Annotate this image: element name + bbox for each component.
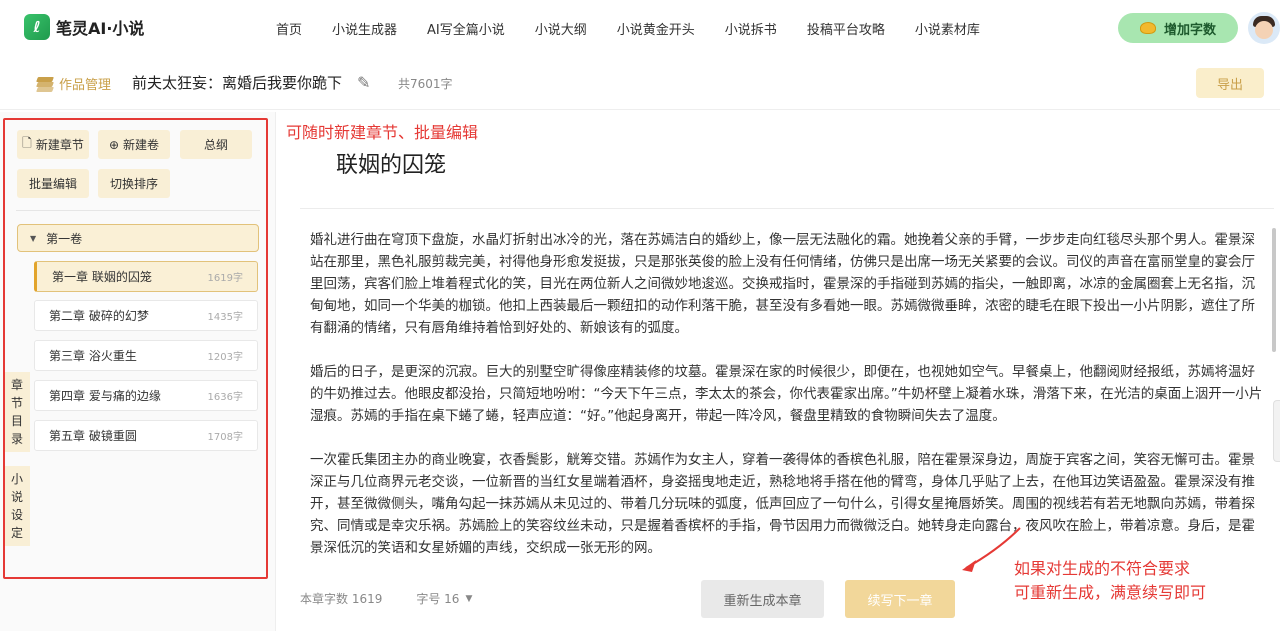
logo-leaf-icon: ℓ <box>24 14 50 40</box>
annotation-top: 可随时新建章节、批量编辑 <box>286 123 479 142</box>
top-navigation-bar: ℓ 笔灵AI·小说 首页 小说生成器 AI写全篇小说 小说大纲 小说黄金开头 小… <box>0 0 1280 56</box>
paragraph: 婚礼进行曲在穹顶下盘旋，水晶灯折射出冰冷的光，落在苏嫣洁白的婚纱上，像一层无法融… <box>310 232 1255 336</box>
nav-item-golden-opening[interactable]: 小说黄金开头 <box>617 19 695 38</box>
annotation-bottom-line2: 可重新生成，满意续写即可 <box>1014 583 1207 602</box>
annotation-bottom-line1: 如果对生成的不符合要求 <box>1014 559 1191 578</box>
nav-item-outline[interactable]: 小说大纲 <box>535 19 587 38</box>
chapter-title: 联姻的囚笼 <box>336 153 447 178</box>
logo-text: 笔灵AI·小说 <box>56 19 145 38</box>
nav-item-submission-guide[interactable]: 投稿平台攻略 <box>807 19 885 38</box>
add-words-button[interactable]: 增加字数 <box>1118 13 1238 43</box>
annotation-box <box>3 118 268 579</box>
gold-coin-icon <box>1139 22 1156 34</box>
paragraph: 一次霍氏集团主办的商业晚宴，衣香鬓影，觥筹交错。苏嫣作为女主人，穿着一袭得体的香… <box>310 452 1255 556</box>
nav-item-material-library[interactable]: 小说素材库 <box>915 19 980 38</box>
logo[interactable]: ℓ 笔灵AI·小说 <box>24 14 144 40</box>
paragraph: 婚后的日子，是更深的沉寂。巨大的别墅空旷得像座精装修的坟墓。霍景深在家的时候很少… <box>310 364 1263 424</box>
right-edge-tab[interactable] <box>1273 400 1280 462</box>
content-scrollbar[interactable] <box>1272 228 1276 352</box>
avatar[interactable] <box>1248 12 1280 44</box>
continue-next-chapter-button[interactable]: 续写下一章 <box>845 580 955 618</box>
nav-item-ai-full-novel[interactable]: AI写全篇小说 <box>427 19 505 38</box>
nav-item-home[interactable]: 首页 <box>276 19 302 38</box>
works-management-label: 作品管理 <box>59 78 112 93</box>
nav-item-novel-generator[interactable]: 小说生成器 <box>332 19 397 38</box>
main-nav: 首页 小说生成器 AI写全篇小说 小说大纲 小说黄金开头 小说拆书 投稿平台攻略… <box>276 0 1010 56</box>
caret-down-icon[interactable]: ▼ <box>465 594 472 604</box>
chapter-content[interactable]: 婚礼进行曲在穹顶下盘旋，水晶灯折射出冰冷的光，落在苏嫣洁白的婚纱上，像一层无法融… <box>310 229 1265 581</box>
export-button[interactable]: 导出 <box>1196 68 1264 98</box>
book-title[interactable]: 前夫太狂妄：离婚后我要你跪下 <box>132 72 354 93</box>
total-word-count: 共7601字 <box>398 77 453 91</box>
font-size-select[interactable]: 字号 16 <box>416 590 459 607</box>
nav-item-book-breakdown[interactable]: 小说拆书 <box>725 19 777 38</box>
content-divider <box>300 208 1274 209</box>
work-header: 作品管理 前夫太狂妄：离婚后我要你跪下 ✎ 共7601字 导出 <box>0 56 1280 110</box>
edit-pencil-icon[interactable]: ✎ <box>357 73 370 92</box>
layers-icon <box>36 76 54 92</box>
avatar-face <box>1255 21 1273 39</box>
chapter-word-count-footer: 本章字数 1619 <box>300 592 383 606</box>
editor-footer: 本章字数 1619 字号 16 ▼ <box>300 590 472 607</box>
add-words-label: 增加字数 <box>1163 22 1216 38</box>
regenerate-chapter-button[interactable]: 重新生成本章 <box>701 580 824 618</box>
works-management-link[interactable]: 作品管理 <box>36 74 111 93</box>
